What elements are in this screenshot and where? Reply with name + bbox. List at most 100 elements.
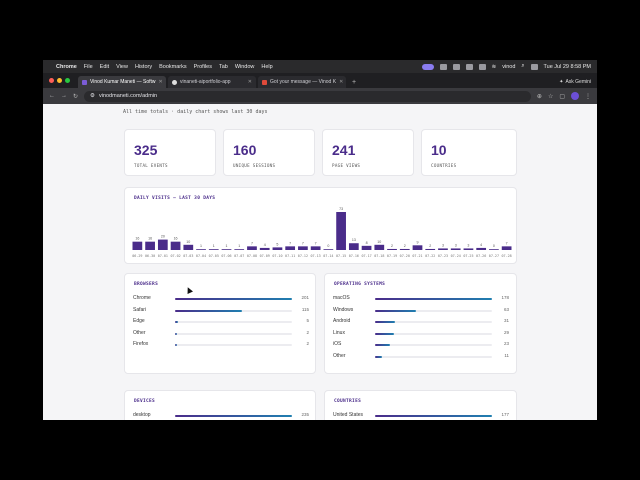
tab-gmail[interactable]: Got your message — Vinod K ✕ xyxy=(258,76,346,88)
site-info-icon[interactable]: ⚙ xyxy=(90,93,95,99)
bar-07-25[interactable] xyxy=(463,248,474,250)
bar-07-20[interactable] xyxy=(399,248,410,250)
menu-file[interactable]: File xyxy=(84,64,93,70)
item-value: 11 xyxy=(504,352,509,358)
extension-icon[interactable] xyxy=(439,63,447,70)
menu-view[interactable]: View xyxy=(116,64,128,70)
bar-07-07[interactable] xyxy=(234,249,245,250)
bar-06-29[interactable] xyxy=(132,241,143,250)
menu-chrome[interactable]: Chrome xyxy=(56,64,77,70)
item-label: Android xyxy=(333,318,351,324)
list-item: Linux 29 xyxy=(333,330,509,338)
bar-07-24[interactable] xyxy=(450,248,461,250)
bar-06-30[interactable] xyxy=(145,241,155,250)
x-tick-label: 07-06 xyxy=(221,254,231,258)
bar-07-22[interactable] xyxy=(425,248,436,250)
bar-07-02[interactable] xyxy=(170,241,181,250)
x-tick-label: 07-15 xyxy=(336,254,346,258)
bar-07-04[interactable] xyxy=(196,249,206,250)
bar-07-08[interactable] xyxy=(247,246,257,250)
back-icon[interactable]: ← xyxy=(49,93,55,99)
bar-07-12[interactable] xyxy=(298,246,308,250)
tab-github[interactable]: vinaneti-aiportfolio-app ✕ xyxy=(168,76,256,88)
bar-07-18[interactable] xyxy=(374,244,385,250)
x-tick-label: 07-22 xyxy=(425,254,435,258)
x-tick-label: 07-04 xyxy=(196,254,206,258)
bar-07-23[interactable] xyxy=(438,248,448,250)
bar-value-label: 20 xyxy=(161,235,165,239)
bar-value-label: 5 xyxy=(276,242,278,246)
volume-icon[interactable] xyxy=(465,63,473,70)
tab-close-icon[interactable]: ✕ xyxy=(159,79,163,85)
bar-07-27[interactable] xyxy=(489,249,499,250)
bar-07-14[interactable] xyxy=(323,249,334,250)
bar-value-label: 3 xyxy=(467,243,469,247)
zoom-window-button[interactable] xyxy=(65,78,70,83)
more-menu-icon[interactable]: ⋮ xyxy=(585,93,591,100)
bar-07-21[interactable] xyxy=(412,245,423,250)
x-tick-label: 07-26 xyxy=(476,254,486,258)
item-bar-fill xyxy=(175,298,292,300)
media-icon[interactable] xyxy=(452,63,460,70)
menubar-clock[interactable]: Tue Jul 29 8:58 PM xyxy=(544,64,592,70)
bar-07-03[interactable] xyxy=(183,244,194,250)
daily-visits-chart: 1606-291606-302007-011607-021007-03107-0… xyxy=(132,207,512,258)
bar-value-label: 13 xyxy=(352,238,356,242)
menu-window[interactable]: Window xyxy=(235,64,255,70)
forward-icon[interactable]: → xyxy=(61,93,67,99)
screen-record-icon[interactable] xyxy=(421,63,434,70)
bar-07-28[interactable] xyxy=(501,246,512,250)
bar-value-label: 7 xyxy=(302,241,304,245)
bar-07-19[interactable] xyxy=(387,248,397,250)
new-tab-button[interactable]: + xyxy=(348,76,360,88)
ask-gemini-button[interactable]: ✦ Ask Gemini xyxy=(559,76,591,88)
translate-icon[interactable]: ⊕ xyxy=(537,93,542,100)
control-center-icon[interactable] xyxy=(530,63,538,70)
bar-07-13[interactable] xyxy=(310,246,321,250)
item-label: Edge xyxy=(133,318,145,324)
x-tick-label: 07-25 xyxy=(463,254,473,258)
menu-profiles[interactable]: Profiles xyxy=(194,64,212,70)
bar-07-15[interactable] xyxy=(336,212,346,250)
bar-07-06[interactable] xyxy=(221,249,232,250)
battery-icon[interactable] xyxy=(478,63,486,70)
bar-07-17[interactable] xyxy=(361,245,372,250)
x-tick-label: 07-18 xyxy=(374,254,384,258)
menu-bookmarks[interactable]: Bookmarks xyxy=(159,64,187,70)
bar-value-label: 0 xyxy=(327,244,329,248)
extensions-icon[interactable]: ▢ xyxy=(559,93,565,100)
bar-value-label: 16 xyxy=(148,237,152,241)
bar-07-26[interactable] xyxy=(476,247,487,250)
wifi-icon[interactable]: ≋ xyxy=(492,64,497,70)
item-bar-fill xyxy=(375,344,391,346)
menubar-user[interactable]: vinod xyxy=(502,64,515,70)
item-bar-track xyxy=(175,298,292,300)
reload-icon[interactable]: ↻ xyxy=(73,93,78,100)
bar-07-16[interactable] xyxy=(348,243,359,250)
profile-avatar[interactable] xyxy=(571,92,579,100)
menu-tab[interactable]: Tab xyxy=(219,64,228,70)
bar-07-05[interactable] xyxy=(208,249,219,250)
minimize-window-button[interactable] xyxy=(57,78,62,83)
tab-close-icon[interactable]: ✕ xyxy=(248,79,252,85)
close-window-button[interactable] xyxy=(49,78,54,83)
bookmark-star-icon[interactable]: ☆ xyxy=(548,93,553,100)
menu-edit[interactable]: Edit xyxy=(100,64,109,70)
bar-value-label: 2 xyxy=(429,244,431,248)
bar-07-09[interactable] xyxy=(259,247,270,250)
bar-07-11[interactable] xyxy=(285,246,296,250)
tab-close-icon[interactable]: ✕ xyxy=(339,79,343,85)
address-bar[interactable]: ⚙ vinodmaneti.com/admin xyxy=(84,90,531,102)
x-tick-label: 07-13 xyxy=(311,254,321,258)
bar-value-label: 73 xyxy=(339,207,343,211)
spotlight-icon[interactable]: ⌕ xyxy=(521,63,524,70)
x-tick-label: 07-11 xyxy=(285,254,295,258)
window-controls xyxy=(49,73,70,88)
menu-history[interactable]: History xyxy=(135,64,152,70)
item-label: Firefox xyxy=(133,341,149,347)
bar-07-10[interactable] xyxy=(272,247,283,250)
daily-visits-card: DAILY VISITS — LAST 30 DAYS 16 06-29 16 06-… xyxy=(124,187,517,264)
menu-help[interactable]: Help xyxy=(261,64,272,70)
tab-portfolio[interactable]: Vinod Kumar Maneti — Softw ✕ xyxy=(78,76,166,88)
bar-07-01[interactable] xyxy=(157,239,168,250)
